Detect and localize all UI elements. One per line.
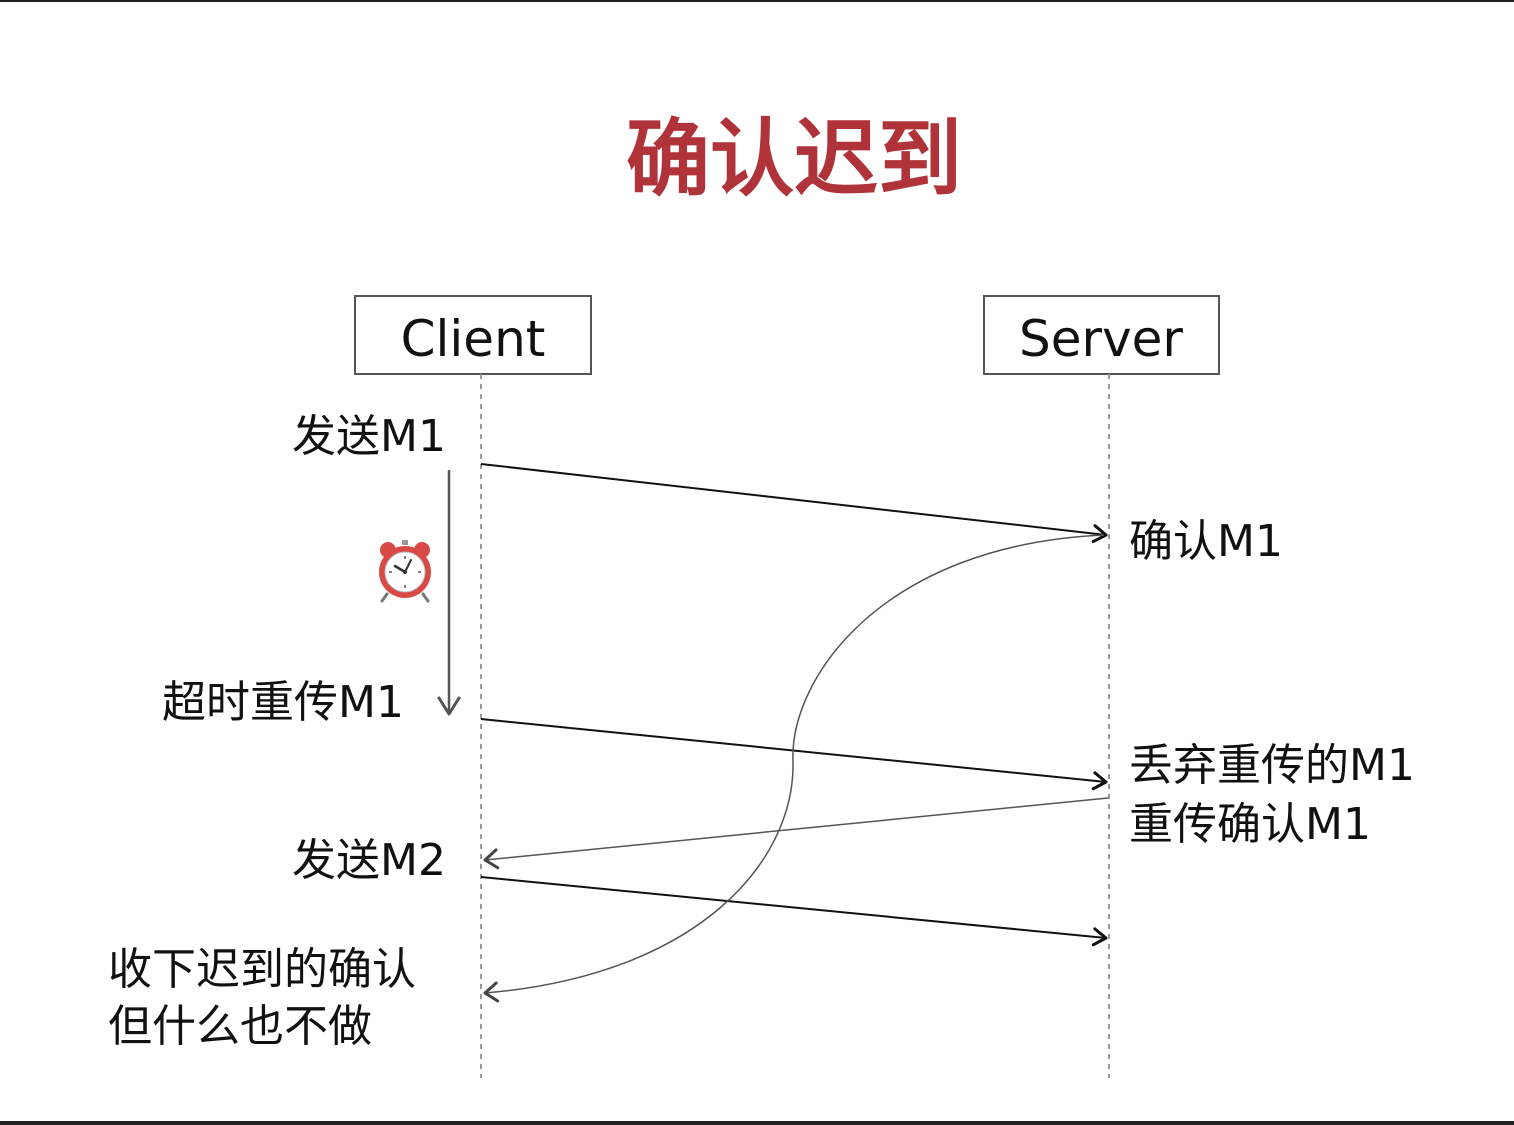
message-send-m2 (480, 876, 1108, 947)
label-timeout-resend-m1: 超时重传M1 (162, 677, 404, 728)
client-actor: Client (354, 295, 592, 375)
slide: 确认迟到 Client Server 发送M1 超时重传M1 发送M2 收下迟到… (0, 0, 1514, 1125)
server-actor: Server (983, 295, 1220, 375)
client-label: Client (401, 310, 546, 368)
alarm-clock-icon (379, 540, 431, 603)
message-late-ack-m1 (483, 534, 1105, 1003)
label-ack-m1: 确认M1 (1129, 516, 1283, 567)
bottom-border (0, 1121, 1514, 1125)
label-late-ack-line1: 收下迟到的确认 (108, 944, 416, 995)
label-send-m1: 发送M1 (292, 411, 446, 462)
label-late-ack-line2: 但什么也不做 (108, 1001, 372, 1052)
message-send-m1 (480, 463, 1108, 544)
page-title: 确认迟到 (626, 110, 962, 208)
label-discard-line1: 丢弃重传的M1 (1129, 740, 1415, 791)
label-send-m2: 发送M2 (292, 835, 446, 886)
label-discard-line2: 重传确认M1 (1129, 799, 1371, 850)
message-reack-m1 (483, 797, 1109, 870)
sequence-diagram: 确认迟到 Client Server 发送M1 超时重传M1 发送M2 收下迟到… (108, 110, 1415, 1078)
server-label: Server (1019, 310, 1183, 368)
